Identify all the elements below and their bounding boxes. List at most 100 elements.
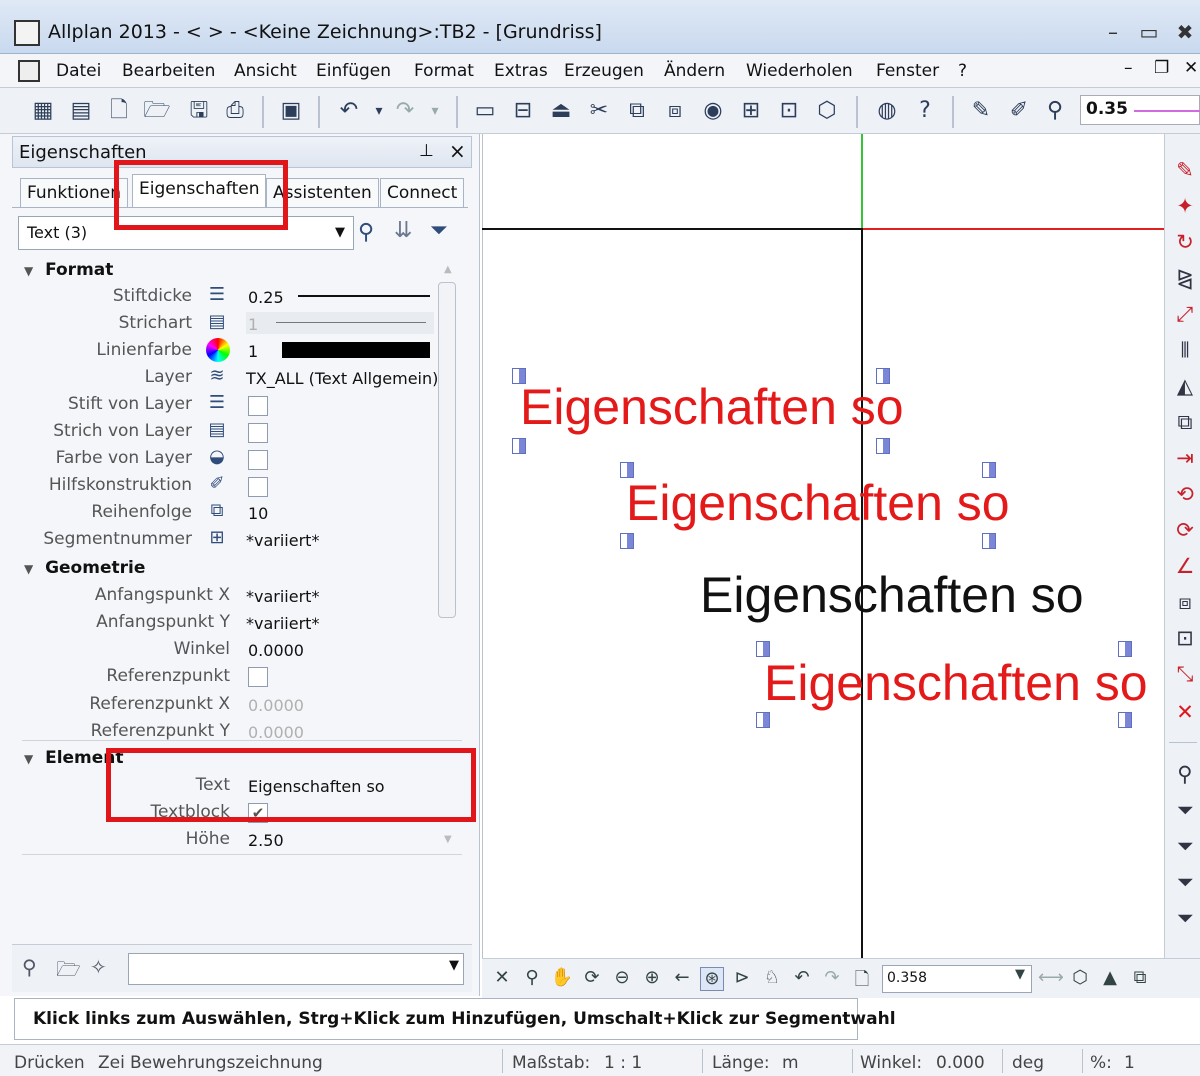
allplan-app-icon[interactable] (14, 20, 40, 46)
checkbox-stift-von-layer[interactable] (248, 396, 268, 416)
save-view-icon[interactable]: 🗋 (850, 967, 874, 991)
prop-value-linienfarbe[interactable]: 1 (248, 342, 258, 361)
maximize-icon[interactable]: ▭ (1136, 20, 1162, 46)
filter-color-icon[interactable]: ⏷ (1171, 870, 1199, 898)
scroll-down-icon[interactable]: ▼ (444, 834, 452, 845)
cube-view-icon[interactable]: ⬡ (1068, 967, 1092, 991)
selection-grip[interactable] (982, 533, 996, 549)
arrange-icon[interactable]: ▲ (1098, 967, 1122, 991)
pan-icon[interactable]: ✋ (550, 967, 574, 991)
stretch-icon[interactable]: ⤢ (1171, 302, 1199, 330)
canvas-text-selected[interactable]: Eigenschaften so (626, 474, 1010, 532)
prop-value-winkel[interactable]: 0.0000 (248, 641, 304, 660)
menu-erzeugen[interactable]: Erzeugen (564, 61, 644, 81)
copy-along-icon[interactable]: ⇥ (1171, 446, 1199, 474)
chevron-down-icon[interactable]: ▼ (331, 221, 349, 245)
prop-value-referenzpunkt-x[interactable]: 0.0000 (248, 696, 304, 715)
elevation-icon[interactable]: ⏏ (546, 96, 576, 126)
filter-element-icon[interactable]: ⏷ (1171, 906, 1199, 934)
delete-icon[interactable]: ✕ (1171, 700, 1199, 728)
previous-view-icon[interactable]: ← (670, 967, 694, 991)
status-angle[interactable]: 0.000 (936, 1053, 985, 1073)
close-icon[interactable]: ✖ (1172, 20, 1198, 46)
scale-icon[interactable]: ⊡ (1171, 626, 1199, 654)
prop-value-anfangspunkt-x[interactable]: *variiert* (246, 587, 319, 606)
canvas-text-selected[interactable]: Eigenschaften so (520, 378, 904, 436)
scroll-up-icon[interactable]: ▲ (444, 264, 452, 275)
filter-pen-icon[interactable]: ⏷ (1171, 834, 1199, 862)
menu-format[interactable]: Format (414, 61, 474, 81)
chevron-down-icon[interactable]: ▼ (449, 958, 459, 973)
zoom-out-icon[interactable]: ⊖ (610, 967, 634, 991)
checkbox-referenzpunkt[interactable] (248, 667, 268, 687)
prop-value-hoehe[interactable]: 2.50 (248, 831, 284, 850)
view-icon[interactable]: ◉ (698, 96, 728, 126)
save-favorite-icon[interactable]: ✧ (90, 955, 107, 979)
menu-datei[interactable]: Datei (56, 61, 101, 81)
regen-icon[interactable]: ⟳ (580, 967, 604, 991)
modify-icon[interactable]: ⟲ (1171, 482, 1199, 510)
pipette-icon[interactable]: ⚲ (1171, 762, 1199, 790)
fit-view-icon[interactable]: ✕ (490, 967, 514, 991)
minimize-icon[interactable]: – (1100, 20, 1126, 46)
offset-icon[interactable]: ∠ (1171, 554, 1199, 582)
paste-icon[interactable]: ⧈ (660, 96, 690, 126)
doc-minimize-icon[interactable]: – (1124, 58, 1133, 78)
open-file-icon[interactable]: 🗁 (142, 96, 172, 126)
next-view-icon[interactable]: ⊳ (730, 967, 754, 991)
status-angle-unit[interactable]: deg (1012, 1053, 1044, 1073)
prop-value-layer[interactable]: TX_ALL (Text Allgemein) (246, 369, 438, 388)
doc-restore-icon[interactable]: ❐ (1154, 58, 1169, 78)
undo-view-icon[interactable]: ↶ (790, 967, 814, 991)
checkbox-farbe-von-layer[interactable] (248, 450, 268, 470)
drawing-files-icon[interactable]: ▤ (66, 96, 96, 126)
pipette-icon[interactable]: ⚲ (1040, 96, 1070, 126)
section-icon[interactable]: ⟷ (1038, 967, 1064, 991)
redo-icon[interactable]: ↷ (390, 96, 420, 126)
view-globe-icon[interactable]: ⊛ (700, 967, 724, 991)
move-icon[interactable]: ✦ (1171, 194, 1199, 222)
selection-grip[interactable] (1118, 712, 1132, 728)
layout-icon[interactable]: ▣ (276, 96, 306, 126)
selection-grip[interactable] (512, 438, 526, 454)
status-scale[interactable]: 1 : 1 (604, 1053, 642, 1073)
resize-icon[interactable]: ⤡ (1171, 662, 1199, 690)
object-manager-icon[interactable]: ⊞ (736, 96, 766, 126)
status-length-unit[interactable]: m (782, 1053, 799, 1073)
selection-grip[interactable] (876, 438, 890, 454)
rotate-icon[interactable]: ↻ (1171, 230, 1199, 258)
render-icon[interactable]: ◍ (872, 96, 902, 126)
selection-grip[interactable] (756, 712, 770, 728)
selection-grip[interactable] (620, 533, 634, 549)
status-drawing-type[interactable]: Bewehrungszeichnung (130, 1053, 323, 1073)
line-type-field[interactable]: 1 (246, 312, 434, 334)
mirror-copy-icon[interactable]: ⫴ (1171, 338, 1199, 366)
tab-connect[interactable]: Connect (380, 178, 465, 208)
line-color-swatch[interactable] (282, 342, 430, 358)
palette-close-icon[interactable]: × (449, 139, 466, 163)
expand-all-icon[interactable]: ⇊ (394, 218, 412, 243)
doc-close-icon[interactable]: ✕ (1184, 58, 1198, 78)
document-icon[interactable] (18, 60, 40, 82)
open-favorite-icon[interactable]: 🗁 (56, 955, 81, 989)
prop-value-segmentnummer[interactable]: *variiert* (246, 531, 319, 550)
dimension-icon[interactable]: ▭ (470, 96, 500, 126)
navigation-icon[interactable]: ♘ (760, 967, 784, 991)
filter-layer-icon[interactable]: ⏷ (1171, 798, 1199, 826)
zoom-to-element-icon[interactable]: ⚲ (358, 220, 374, 245)
prop-value-anfangspunkt-y[interactable]: *variiert* (246, 614, 319, 633)
line-style-icon[interactable]: ✐ (1004, 96, 1034, 126)
copy-icon[interactable]: ⧉ (622, 96, 652, 126)
menu-ansicht[interactable]: Ansicht (234, 61, 297, 81)
mirror-axis-icon[interactable]: ◭ (1171, 374, 1199, 402)
checkbox-strich-von-layer[interactable] (248, 423, 268, 443)
new-file-icon[interactable]: 🗋 (104, 96, 134, 126)
menu-bearbeiten[interactable]: Bearbeiten (122, 61, 215, 81)
distort-icon[interactable]: ⟳ (1171, 518, 1199, 546)
menu-wiederholen[interactable]: Wiederholen (746, 61, 853, 81)
copy-view-icon[interactable]: ⧉ (1128, 967, 1152, 991)
redo-view-icon[interactable]: ↷ (820, 967, 844, 991)
drawing-canvas[interactable] (482, 134, 1164, 958)
canvas-text-selected[interactable]: Eigenschaften so (764, 654, 1148, 712)
canvas-text[interactable]: Eigenschaften so (700, 566, 1084, 624)
